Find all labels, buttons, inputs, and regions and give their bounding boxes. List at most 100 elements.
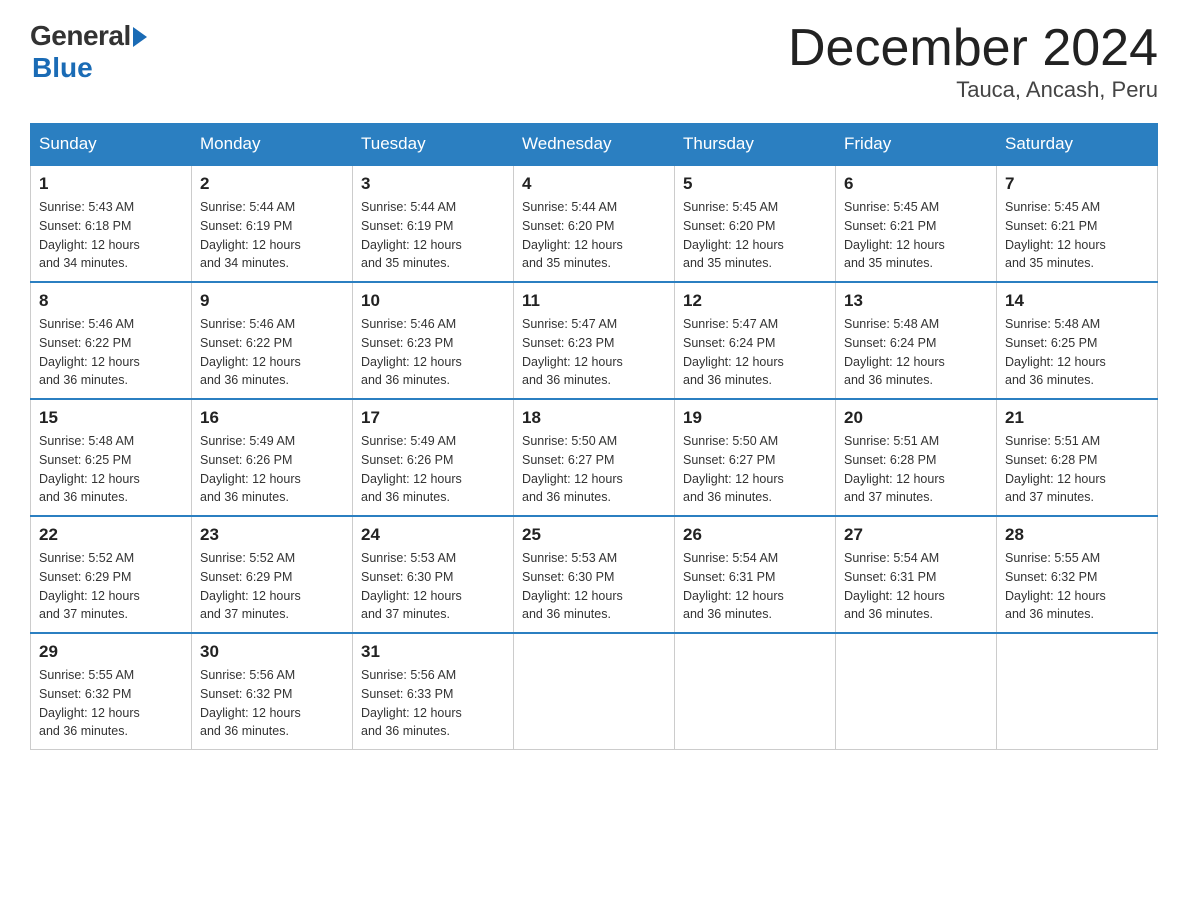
day-info: Sunrise: 5:48 AM Sunset: 6:25 PM Dayligh… bbox=[39, 432, 183, 507]
day-info: Sunrise: 5:53 AM Sunset: 6:30 PM Dayligh… bbox=[361, 549, 505, 624]
calendar-day-cell: 1 Sunrise: 5:43 AM Sunset: 6:18 PM Dayli… bbox=[31, 165, 192, 282]
day-info: Sunrise: 5:50 AM Sunset: 6:27 PM Dayligh… bbox=[522, 432, 666, 507]
calendar-week-row: 29 Sunrise: 5:55 AM Sunset: 6:32 PM Dayl… bbox=[31, 633, 1158, 750]
calendar-day-cell: 26 Sunrise: 5:54 AM Sunset: 6:31 PM Dayl… bbox=[675, 516, 836, 633]
calendar-day-cell: 24 Sunrise: 5:53 AM Sunset: 6:30 PM Dayl… bbox=[353, 516, 514, 633]
day-info: Sunrise: 5:53 AM Sunset: 6:30 PM Dayligh… bbox=[522, 549, 666, 624]
calendar-day-cell: 7 Sunrise: 5:45 AM Sunset: 6:21 PM Dayli… bbox=[997, 165, 1158, 282]
weekday-header-tuesday: Tuesday bbox=[353, 124, 514, 166]
calendar-day-cell: 17 Sunrise: 5:49 AM Sunset: 6:26 PM Dayl… bbox=[353, 399, 514, 516]
logo-general-text: General bbox=[30, 20, 131, 52]
day-info: Sunrise: 5:43 AM Sunset: 6:18 PM Dayligh… bbox=[39, 198, 183, 273]
day-number: 8 bbox=[39, 291, 183, 311]
day-info: Sunrise: 5:44 AM Sunset: 6:19 PM Dayligh… bbox=[200, 198, 344, 273]
weekday-header-friday: Friday bbox=[836, 124, 997, 166]
day-number: 1 bbox=[39, 174, 183, 194]
day-number: 27 bbox=[844, 525, 988, 545]
calendar-day-cell: 14 Sunrise: 5:48 AM Sunset: 6:25 PM Dayl… bbox=[997, 282, 1158, 399]
day-info: Sunrise: 5:45 AM Sunset: 6:21 PM Dayligh… bbox=[1005, 198, 1149, 273]
empty-cell bbox=[514, 633, 675, 750]
weekday-header-sunday: Sunday bbox=[31, 124, 192, 166]
day-info: Sunrise: 5:51 AM Sunset: 6:28 PM Dayligh… bbox=[844, 432, 988, 507]
empty-cell bbox=[836, 633, 997, 750]
day-number: 18 bbox=[522, 408, 666, 428]
day-number: 16 bbox=[200, 408, 344, 428]
calendar-day-cell: 6 Sunrise: 5:45 AM Sunset: 6:21 PM Dayli… bbox=[836, 165, 997, 282]
day-info: Sunrise: 5:51 AM Sunset: 6:28 PM Dayligh… bbox=[1005, 432, 1149, 507]
day-info: Sunrise: 5:50 AM Sunset: 6:27 PM Dayligh… bbox=[683, 432, 827, 507]
logo-blue-text: Blue bbox=[32, 52, 93, 84]
calendar-week-row: 22 Sunrise: 5:52 AM Sunset: 6:29 PM Dayl… bbox=[31, 516, 1158, 633]
logo-arrow-icon bbox=[133, 27, 147, 47]
calendar-day-cell: 8 Sunrise: 5:46 AM Sunset: 6:22 PM Dayli… bbox=[31, 282, 192, 399]
day-info: Sunrise: 5:52 AM Sunset: 6:29 PM Dayligh… bbox=[39, 549, 183, 624]
calendar-day-cell: 16 Sunrise: 5:49 AM Sunset: 6:26 PM Dayl… bbox=[192, 399, 353, 516]
calendar-week-row: 1 Sunrise: 5:43 AM Sunset: 6:18 PM Dayli… bbox=[31, 165, 1158, 282]
day-number: 3 bbox=[361, 174, 505, 194]
calendar-day-cell: 28 Sunrise: 5:55 AM Sunset: 6:32 PM Dayl… bbox=[997, 516, 1158, 633]
calendar-week-row: 15 Sunrise: 5:48 AM Sunset: 6:25 PM Dayl… bbox=[31, 399, 1158, 516]
calendar-day-cell: 27 Sunrise: 5:54 AM Sunset: 6:31 PM Dayl… bbox=[836, 516, 997, 633]
day-number: 9 bbox=[200, 291, 344, 311]
empty-cell bbox=[675, 633, 836, 750]
calendar-day-cell: 30 Sunrise: 5:56 AM Sunset: 6:32 PM Dayl… bbox=[192, 633, 353, 750]
empty-cell bbox=[997, 633, 1158, 750]
day-info: Sunrise: 5:56 AM Sunset: 6:33 PM Dayligh… bbox=[361, 666, 505, 741]
day-info: Sunrise: 5:55 AM Sunset: 6:32 PM Dayligh… bbox=[1005, 549, 1149, 624]
weekday-header-row: SundayMondayTuesdayWednesdayThursdayFrid… bbox=[31, 124, 1158, 166]
calendar-day-cell: 10 Sunrise: 5:46 AM Sunset: 6:23 PM Dayl… bbox=[353, 282, 514, 399]
day-number: 11 bbox=[522, 291, 666, 311]
day-number: 24 bbox=[361, 525, 505, 545]
calendar-day-cell: 29 Sunrise: 5:55 AM Sunset: 6:32 PM Dayl… bbox=[31, 633, 192, 750]
day-number: 22 bbox=[39, 525, 183, 545]
day-number: 2 bbox=[200, 174, 344, 194]
calendar-week-row: 8 Sunrise: 5:46 AM Sunset: 6:22 PM Dayli… bbox=[31, 282, 1158, 399]
calendar-day-cell: 11 Sunrise: 5:47 AM Sunset: 6:23 PM Dayl… bbox=[514, 282, 675, 399]
calendar-day-cell: 22 Sunrise: 5:52 AM Sunset: 6:29 PM Dayl… bbox=[31, 516, 192, 633]
day-number: 6 bbox=[844, 174, 988, 194]
day-info: Sunrise: 5:44 AM Sunset: 6:19 PM Dayligh… bbox=[361, 198, 505, 273]
calendar-day-cell: 12 Sunrise: 5:47 AM Sunset: 6:24 PM Dayl… bbox=[675, 282, 836, 399]
day-number: 12 bbox=[683, 291, 827, 311]
day-number: 4 bbox=[522, 174, 666, 194]
day-info: Sunrise: 5:49 AM Sunset: 6:26 PM Dayligh… bbox=[200, 432, 344, 507]
day-number: 7 bbox=[1005, 174, 1149, 194]
day-info: Sunrise: 5:56 AM Sunset: 6:32 PM Dayligh… bbox=[200, 666, 344, 741]
day-info: Sunrise: 5:44 AM Sunset: 6:20 PM Dayligh… bbox=[522, 198, 666, 273]
calendar-day-cell: 20 Sunrise: 5:51 AM Sunset: 6:28 PM Dayl… bbox=[836, 399, 997, 516]
day-number: 19 bbox=[683, 408, 827, 428]
day-info: Sunrise: 5:55 AM Sunset: 6:32 PM Dayligh… bbox=[39, 666, 183, 741]
day-number: 5 bbox=[683, 174, 827, 194]
day-number: 21 bbox=[1005, 408, 1149, 428]
day-number: 29 bbox=[39, 642, 183, 662]
calendar-day-cell: 31 Sunrise: 5:56 AM Sunset: 6:33 PM Dayl… bbox=[353, 633, 514, 750]
day-number: 13 bbox=[844, 291, 988, 311]
calendar-day-cell: 2 Sunrise: 5:44 AM Sunset: 6:19 PM Dayli… bbox=[192, 165, 353, 282]
calendar-day-cell: 13 Sunrise: 5:48 AM Sunset: 6:24 PM Dayl… bbox=[836, 282, 997, 399]
title-block: December 2024 Tauca, Ancash, Peru bbox=[788, 20, 1158, 103]
weekday-header-thursday: Thursday bbox=[675, 124, 836, 166]
calendar-day-cell: 15 Sunrise: 5:48 AM Sunset: 6:25 PM Dayl… bbox=[31, 399, 192, 516]
day-number: 23 bbox=[200, 525, 344, 545]
day-info: Sunrise: 5:54 AM Sunset: 6:31 PM Dayligh… bbox=[844, 549, 988, 624]
day-info: Sunrise: 5:48 AM Sunset: 6:25 PM Dayligh… bbox=[1005, 315, 1149, 390]
day-info: Sunrise: 5:48 AM Sunset: 6:24 PM Dayligh… bbox=[844, 315, 988, 390]
day-info: Sunrise: 5:46 AM Sunset: 6:23 PM Dayligh… bbox=[361, 315, 505, 390]
calendar-day-cell: 23 Sunrise: 5:52 AM Sunset: 6:29 PM Dayl… bbox=[192, 516, 353, 633]
calendar-title: December 2024 bbox=[788, 20, 1158, 77]
day-info: Sunrise: 5:49 AM Sunset: 6:26 PM Dayligh… bbox=[361, 432, 505, 507]
day-number: 28 bbox=[1005, 525, 1149, 545]
day-info: Sunrise: 5:46 AM Sunset: 6:22 PM Dayligh… bbox=[200, 315, 344, 390]
day-info: Sunrise: 5:47 AM Sunset: 6:24 PM Dayligh… bbox=[683, 315, 827, 390]
day-number: 31 bbox=[361, 642, 505, 662]
weekday-header-saturday: Saturday bbox=[997, 124, 1158, 166]
day-info: Sunrise: 5:52 AM Sunset: 6:29 PM Dayligh… bbox=[200, 549, 344, 624]
day-info: Sunrise: 5:45 AM Sunset: 6:20 PM Dayligh… bbox=[683, 198, 827, 273]
day-number: 25 bbox=[522, 525, 666, 545]
weekday-header-wednesday: Wednesday bbox=[514, 124, 675, 166]
day-number: 15 bbox=[39, 408, 183, 428]
day-number: 10 bbox=[361, 291, 505, 311]
day-number: 30 bbox=[200, 642, 344, 662]
calendar-day-cell: 5 Sunrise: 5:45 AM Sunset: 6:20 PM Dayli… bbox=[675, 165, 836, 282]
day-number: 14 bbox=[1005, 291, 1149, 311]
